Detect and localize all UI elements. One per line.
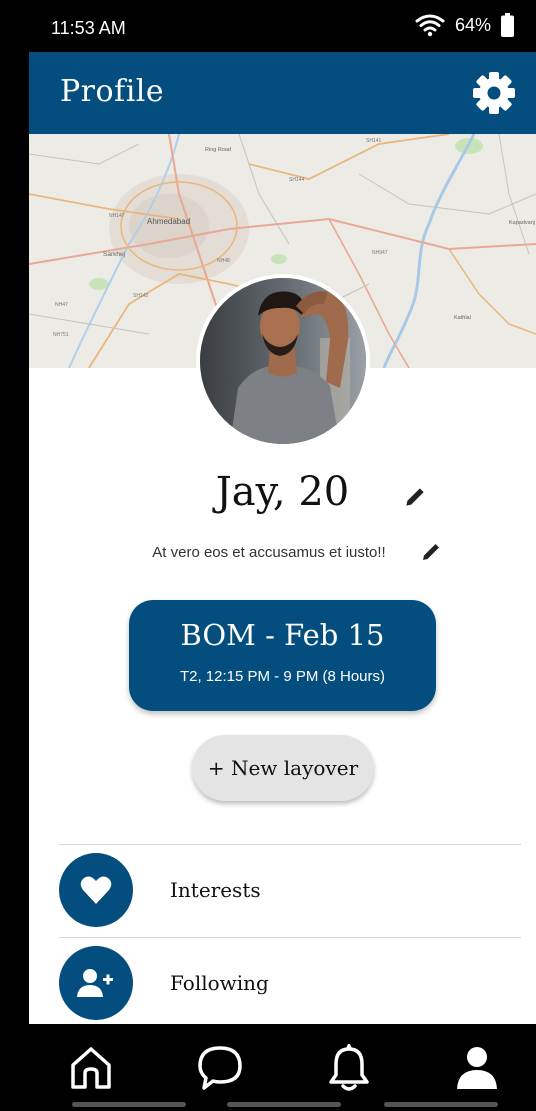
edit-name-button[interactable] <box>402 484 428 510</box>
left-bezel <box>0 0 29 1111</box>
map-label-nh147: NH147 <box>109 213 125 219</box>
nav-indicator-chat <box>227 1102 341 1107</box>
battery-icon <box>501 13 514 37</box>
map-label-nh48: NH48 <box>217 258 230 264</box>
heart-icon <box>80 876 112 904</box>
following-icon-circle <box>59 946 133 1020</box>
home-icon <box>71 1047 111 1089</box>
settings-button[interactable] <box>472 71 516 115</box>
bottom-navigation <box>29 1024 536 1111</box>
nav-chat[interactable] <box>190 1040 250 1096</box>
menu-label-following: Following <box>170 971 269 995</box>
layover-details: T2, 12:15 PM - 9 PM (8 Hours) <box>179 668 386 685</box>
nav-indicator-notifications <box>384 1102 498 1107</box>
layover-title: BOM - Feb 15 <box>180 618 385 652</box>
wifi-icon <box>415 14 445 37</box>
map-label-sh141: SH141 <box>366 138 382 144</box>
avatar <box>200 278 366 444</box>
map-label-kathlal: Kathlal <box>454 315 471 321</box>
nav-home[interactable] <box>61 1040 121 1096</box>
map-label-nh751: NH751 <box>53 332 69 338</box>
phone-screen: 11:53 AM 64% Profile Ahmedabad Sarkhej R… <box>0 0 536 1111</box>
edit-bio-button[interactable] <box>419 540 443 564</box>
battery-percent: 64% <box>454 14 491 35</box>
profile-name-row: Jay, 20 <box>29 469 536 515</box>
map-label-sh144: SH144 <box>289 177 305 183</box>
nav-profile[interactable] <box>447 1040 507 1096</box>
menu-item-following[interactable]: Following <box>59 938 521 1024</box>
profile-name: Jay, 20 <box>215 469 350 515</box>
map-label-ahmedabad: Ahmedabad <box>147 217 190 226</box>
map-label-sarkhej: Sarkhej <box>103 251 125 258</box>
map-label-sh142: SH142 <box>133 293 149 299</box>
chat-icon <box>198 1046 242 1090</box>
profile-avatar[interactable] <box>196 274 370 448</box>
pencil-icon <box>406 488 424 506</box>
map-label-nh47: NH47 <box>55 302 68 308</box>
profile-content: Ahmedabad Sarkhej Ring Road Kapadvanj Ka… <box>29 134 536 1024</box>
layover-card[interactable]: BOM - Feb 15 T2, 12:15 PM - 9 PM (8 Hour… <box>129 600 436 711</box>
profile-icon <box>457 1047 497 1089</box>
nav-indicator-home <box>72 1102 186 1107</box>
gear-icon <box>473 72 515 114</box>
status-time: 11:53 AM <box>51 18 126 38</box>
add-user-icon <box>77 969 113 997</box>
bell-icon <box>329 1044 369 1091</box>
menu-item-interests[interactable]: Interests <box>59 845 521 935</box>
status-bar: 11:53 AM 64% <box>29 0 536 52</box>
pencil-icon <box>423 544 439 560</box>
interests-icon-circle <box>59 853 133 927</box>
nav-notifications[interactable] <box>319 1040 379 1096</box>
avatar-photo <box>200 278 366 444</box>
status-indicators: 64% <box>415 13 514 37</box>
new-layover-button[interactable]: + New layover <box>192 735 374 801</box>
map-label-kapadvanj: Kapadvanj <box>509 220 535 226</box>
map-label-nh947: NH947 <box>372 250 388 256</box>
page-title: Profile <box>60 74 165 109</box>
map-label-ring-road: Ring Road <box>205 147 231 153</box>
menu-label-interests: Interests <box>170 878 261 902</box>
app-bar: Profile <box>29 52 536 134</box>
